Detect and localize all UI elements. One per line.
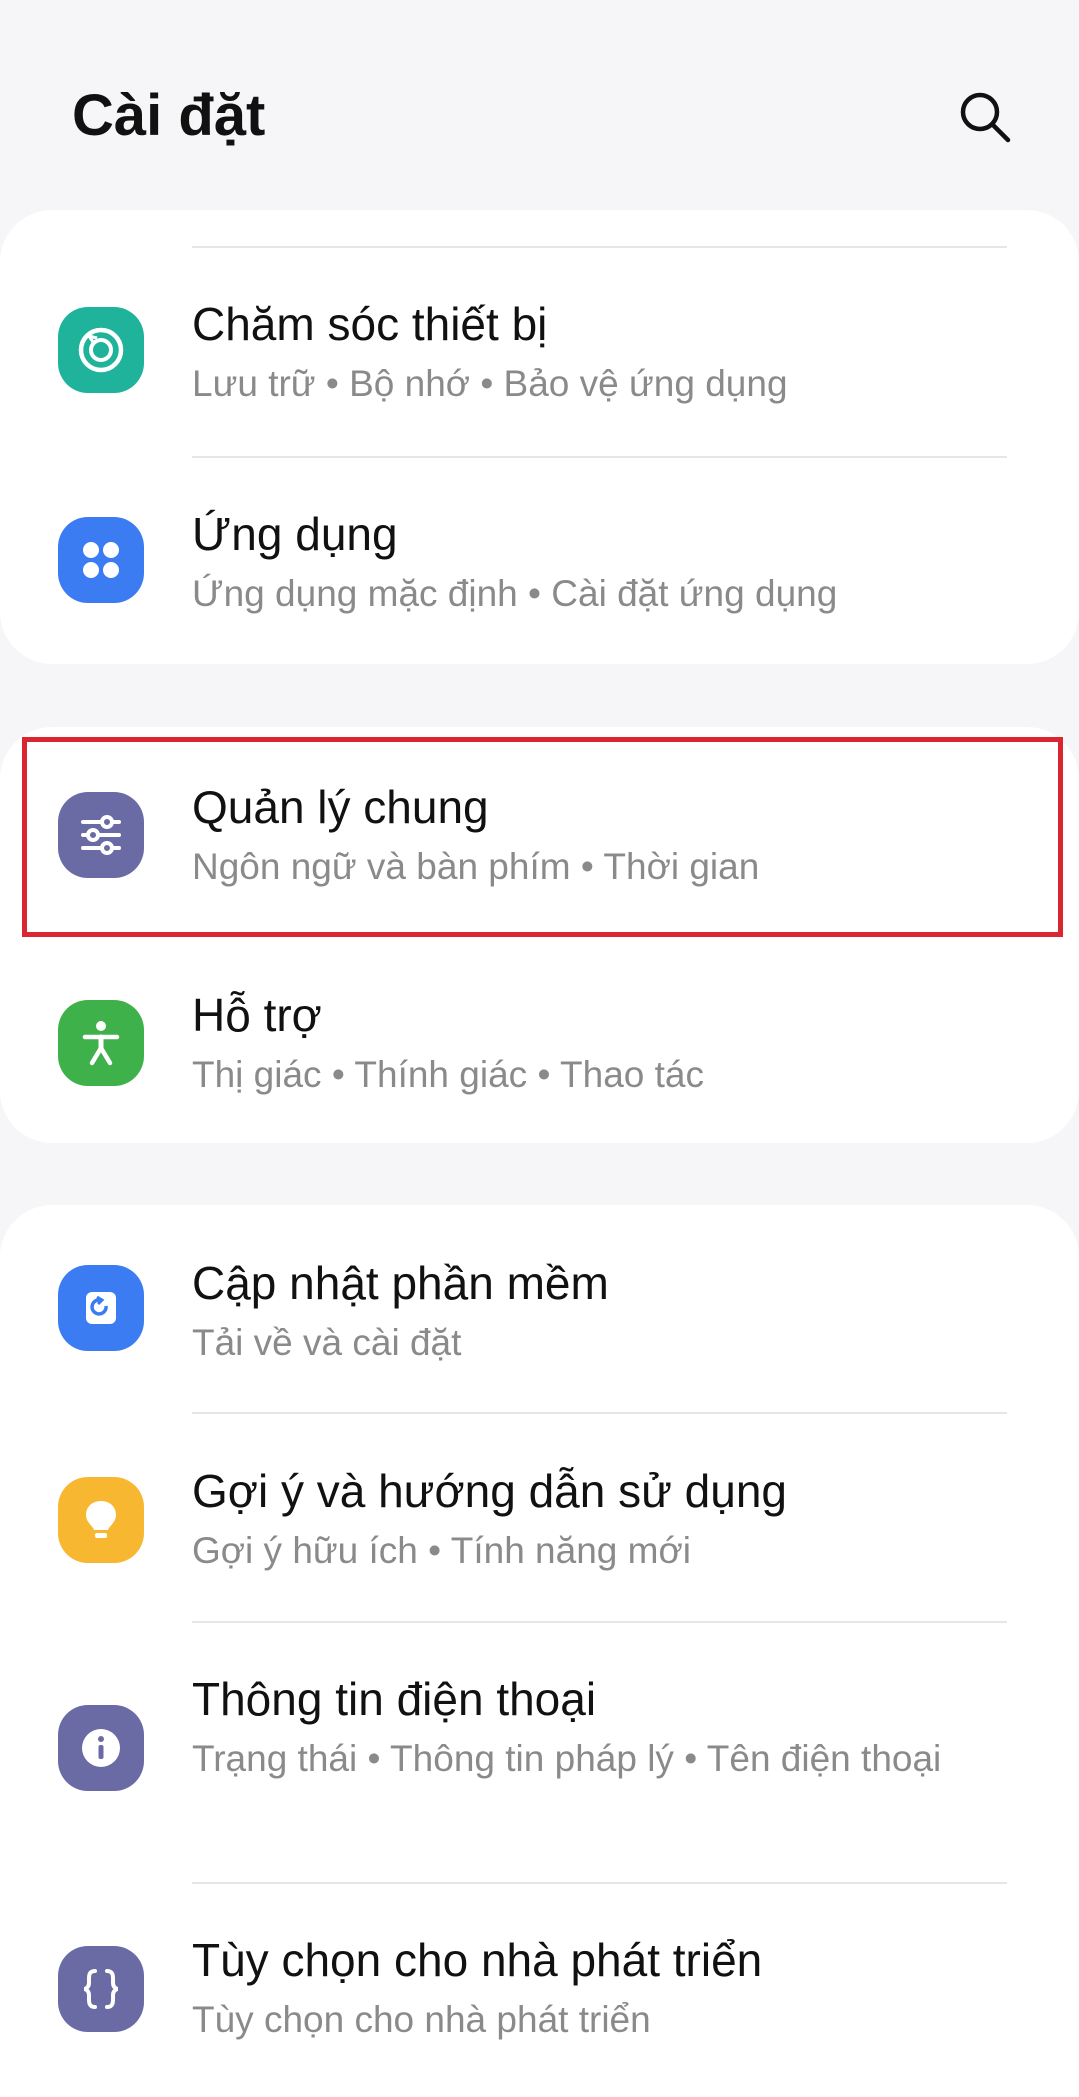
lightbulb-icon	[58, 1477, 144, 1563]
item-label: Chăm sóc thiết bị	[192, 298, 548, 350]
developer-braces-icon	[58, 1946, 144, 2032]
header: Cài đặt	[0, 0, 1079, 210]
item-subtitle: Tùy chọn cho nhà phát triển	[192, 1999, 651, 2040]
item-label: Cập nhật phần mềm	[192, 1257, 609, 1309]
settings-item-tips[interactable]: Gợi ý và hướng dẫn sử dụng Gợi ý hữu ích…	[0, 1413, 1079, 1621]
settings-card-1: Chăm sóc thiết bị Lưu trữ • Bộ nhớ • Bảo…	[0, 210, 1079, 664]
device-care-icon	[58, 307, 144, 393]
software-update-icon	[58, 1265, 144, 1351]
highlight-box	[22, 737, 1063, 937]
item-label: Gợi ý và hướng dẫn sử dụng	[192, 1465, 788, 1517]
settings-item-accessibility[interactable]: Hỗ trợ Thị giác • Thính giác • Thao tác	[0, 935, 1079, 1143]
accessibility-icon	[58, 1000, 144, 1086]
item-subtitle: Trạng thái • Thông tin pháp lý • Tên điệ…	[192, 1738, 942, 1779]
settings-item-about-phone[interactable]: Thông tin điện thoại Trạng thái • Thông …	[0, 1621, 1079, 1881]
item-label: Ứng dụng	[192, 508, 398, 560]
settings-item-developer-options[interactable]: Tùy chọn cho nhà phát triển Tùy chọn cho…	[0, 1882, 1079, 2090]
search-icon	[960, 92, 1011, 143]
item-label: Hỗ trợ	[192, 989, 322, 1041]
item-subtitle: Ứng dụng mặc định • Cài đặt ứng dụng	[192, 573, 838, 614]
item-label: Tùy chọn cho nhà phát triển	[192, 1934, 763, 1986]
settings-item-apps[interactable]: Ứng dụng Ứng dụng mặc định • Cài đặt ứng…	[0, 456, 1079, 664]
settings-card-3: Cập nhật phần mềm Tải về và cài đặt Gợi …	[0, 1205, 1079, 2097]
apps-icon	[58, 517, 144, 603]
settings-item-device-care[interactable]: Chăm sóc thiết bị Lưu trữ • Bộ nhớ • Bảo…	[0, 246, 1079, 454]
item-subtitle: Gợi ý hữu ích • Tính năng mới	[192, 1530, 691, 1571]
item-subtitle: Tải về và cài đặt	[192, 1322, 462, 1363]
item-label: Thông tin điện thoại	[192, 1673, 597, 1725]
info-icon	[58, 1705, 144, 1791]
page-title: Cài đặt	[72, 83, 266, 148]
item-subtitle: Thị giác • Thính giác • Thao tác	[192, 1054, 704, 1095]
item-subtitle: Lưu trữ • Bộ nhớ • Bảo vệ ứng dụng	[192, 363, 788, 404]
search-button[interactable]	[952, 84, 1016, 148]
settings-item-software-update[interactable]: Cập nhật phần mềm Tải về và cài đặt	[0, 1205, 1079, 1413]
